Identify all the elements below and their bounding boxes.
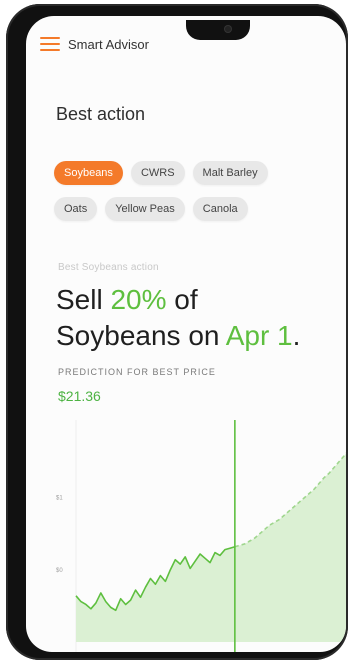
commodity-chip-group: Soybeans CWRS Malt Barley Oats Yellow Pe… [54,161,324,233]
app-title: Smart Advisor [68,36,149,52]
chip-malt-barley[interactable]: Malt Barley [192,161,268,185]
y-tick-label: $1 [56,496,63,502]
headline-commodity: Soybeans on [56,320,226,351]
best-action-label: Best Soybeans action [58,262,159,273]
menu-line [40,49,60,51]
prediction-label: PREDICTION FOR BEST PRICE [58,367,216,377]
phone-screen: Smart Advisor Best action Soybeans CWRS … [26,16,346,652]
chip-row-1: Soybeans CWRS Malt Barley [54,161,324,185]
chip-canola[interactable]: Canola [192,197,248,221]
phone-notch [186,20,250,40]
chip-yellow-peas[interactable]: Yellow Peas [105,197,185,221]
predicted-price: $21.36 [58,388,101,404]
headline-line-2: Soybeans on Apr 1. [56,318,336,354]
recommendation-headline: Sell 20% of Soybeans on Apr 1. [56,282,336,354]
area-fill [76,453,346,642]
phone-frame: Smart Advisor Best action Soybeans CWRS … [6,4,348,660]
chip-row-2: Oats Yellow Peas Canola [54,197,324,221]
recommendation-date: Apr 1 [225,320,293,351]
recommendation-percent: 20% [110,284,167,315]
chip-soybeans[interactable]: Soybeans [54,161,123,185]
headline-suffix: of [166,284,198,315]
chip-cwrs[interactable]: CWRS [130,161,185,185]
headline-period: . [292,320,301,351]
top-bar: Smart Advisor [40,32,149,56]
menu-icon[interactable] [40,37,60,51]
price-chart-svg: $1 $0 [56,420,346,652]
headline-prefix: Sell [56,284,111,315]
price-chart: $1 $0 [56,420,346,652]
menu-line [40,43,60,45]
menu-line [40,37,60,39]
y-tick-label: $0 [56,568,63,574]
page-title: Best action [56,104,146,124]
headline-line-1: Sell 20% of [56,282,336,318]
chip-oats[interactable]: Oats [54,197,98,221]
camera-icon [224,25,232,33]
